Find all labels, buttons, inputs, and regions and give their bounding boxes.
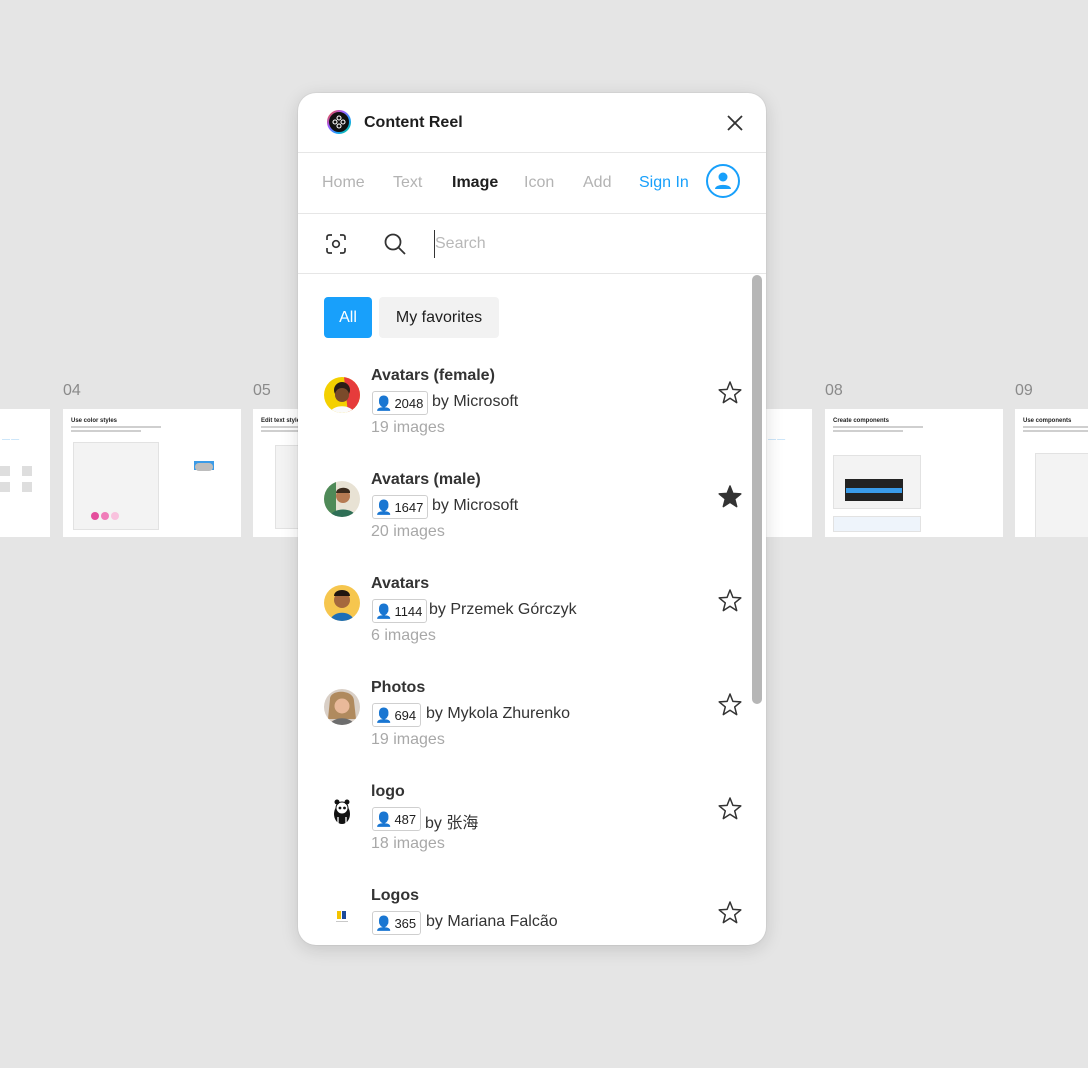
filter-favorites-button[interactable]: My favorites xyxy=(379,297,499,338)
favorite-star-icon[interactable] xyxy=(716,379,744,407)
collection-thumbnail xyxy=(324,585,360,621)
list-item[interactable]: Avatars 👤 1144 by Przemek Górczyk 6 image… xyxy=(298,575,748,679)
frame-title: Create components xyxy=(833,418,890,424)
frame-title: Use components xyxy=(1023,418,1072,424)
favorite-star-icon[interactable] xyxy=(716,587,744,615)
person-icon: 👤 xyxy=(375,811,393,827)
canvas-frame-08[interactable]: Create components xyxy=(825,409,1003,537)
titlebar: Content Reel xyxy=(298,93,766,153)
item-count: 19 images xyxy=(371,731,445,748)
collection-list: All My favorites Avatars (female) 👤 2048 … xyxy=(298,274,766,945)
item-author: by Microsoft xyxy=(432,497,519,514)
frame-number-09: 09 xyxy=(1015,382,1033,399)
sign-in-link[interactable]: Sign In xyxy=(639,174,689,192)
item-title: Avatars (female) xyxy=(371,367,495,384)
close-icon[interactable] xyxy=(724,112,746,134)
person-icon: 👤 xyxy=(375,707,393,723)
filter-all-button[interactable]: All xyxy=(324,297,372,338)
item-title: Logos xyxy=(371,887,419,904)
panda-logo-thumbnail xyxy=(324,793,360,829)
canvas-frame-partial-left: —— —— xyxy=(0,409,50,537)
favorite-star-icon[interactable] xyxy=(716,795,744,823)
favorite-star-icon[interactable] xyxy=(716,691,744,719)
frame-title: Edit text styles xyxy=(261,418,304,424)
favorite-star-filled-icon[interactable] xyxy=(716,483,744,511)
list-item[interactable]: Photos 👤 694 by Mykola Zhurenko 19 images xyxy=(298,679,748,783)
users-badge: 👤 487 xyxy=(372,807,422,831)
canvas-frame-04[interactable]: Use color styles xyxy=(63,409,241,537)
item-author: by Przemek Górczyk xyxy=(429,601,577,618)
search-icon[interactable] xyxy=(383,232,407,256)
person-icon: 👤 xyxy=(375,915,393,931)
window-title: Content Reel xyxy=(364,114,463,131)
user-icon xyxy=(715,172,731,189)
person-icon: 👤 xyxy=(375,395,393,411)
item-count: 6 images xyxy=(371,627,436,644)
item-count: 19 images xyxy=(371,419,445,436)
item-title: Avatars xyxy=(371,575,430,592)
frame-number-08: 08 xyxy=(825,382,843,399)
frame-title: Use color styles xyxy=(71,418,118,424)
list-item[interactable]: Avatars (female) 👤 2048 by Microsoft 19 i… xyxy=(298,367,748,471)
tab-add[interactable]: Add xyxy=(583,174,611,192)
canvas-frame-09[interactable]: Use components xyxy=(1015,409,1088,537)
content-reel-logo-icon xyxy=(327,110,351,134)
plugin-window: Content Reel Home Text Image Icon Add Si… xyxy=(298,93,766,945)
tab-image[interactable]: Image xyxy=(452,174,498,192)
person-icon: 👤 xyxy=(375,603,393,619)
users-badge: 👤 694 xyxy=(372,703,422,727)
tab-text[interactable]: Text xyxy=(393,174,422,192)
list-item[interactable]: logo 👤 487 by 张海 18 images xyxy=(298,783,748,887)
search-input[interactable] xyxy=(434,230,735,258)
collection-thumbnail xyxy=(324,377,360,413)
favorite-star-icon[interactable] xyxy=(716,899,744,927)
users-badge: 👤 365 xyxy=(372,911,422,935)
item-author: by Mykola Zhurenko xyxy=(426,705,571,722)
item-author: by 张海 xyxy=(425,815,479,832)
list-item[interactable]: Avatars (male) 👤 1647 by Microsoft 20 ima… xyxy=(298,471,748,575)
users-badge: 👤 2048 xyxy=(372,391,429,415)
person-icon: 👤 xyxy=(375,499,393,515)
tab-icon[interactable]: Icon xyxy=(524,174,554,192)
canvas-frame-partial: —— —— xyxy=(766,409,812,537)
logo-thumbnail xyxy=(324,897,360,933)
item-title: Avatars (male) xyxy=(371,471,481,488)
user-avatar-button[interactable] xyxy=(706,164,740,198)
collection-thumbnail xyxy=(324,689,360,725)
users-badge: 👤 1144 xyxy=(372,599,428,623)
collection-thumbnail xyxy=(324,481,360,517)
item-count: 20 images xyxy=(371,523,445,540)
scan-selection-icon[interactable] xyxy=(325,233,347,255)
list-item[interactable]: Logos 👤 365 by Mariana Falcão xyxy=(298,887,748,945)
tab-home[interactable]: Home xyxy=(322,174,365,192)
item-author: by Microsoft xyxy=(432,393,519,410)
frame-number-05: 05 xyxy=(253,382,271,399)
item-title: Photos xyxy=(371,679,426,696)
scrollbar-thumb[interactable] xyxy=(752,275,762,704)
tab-bar: Home Text Image Icon Add Sign In xyxy=(298,153,766,214)
frame-number-04: 04 xyxy=(63,382,81,399)
item-author: by Mariana Falcão xyxy=(426,913,558,930)
search-bar xyxy=(298,214,766,274)
users-badge: 👤 1647 xyxy=(372,495,429,519)
item-title: logo xyxy=(371,783,405,800)
item-count: 18 images xyxy=(371,835,445,852)
